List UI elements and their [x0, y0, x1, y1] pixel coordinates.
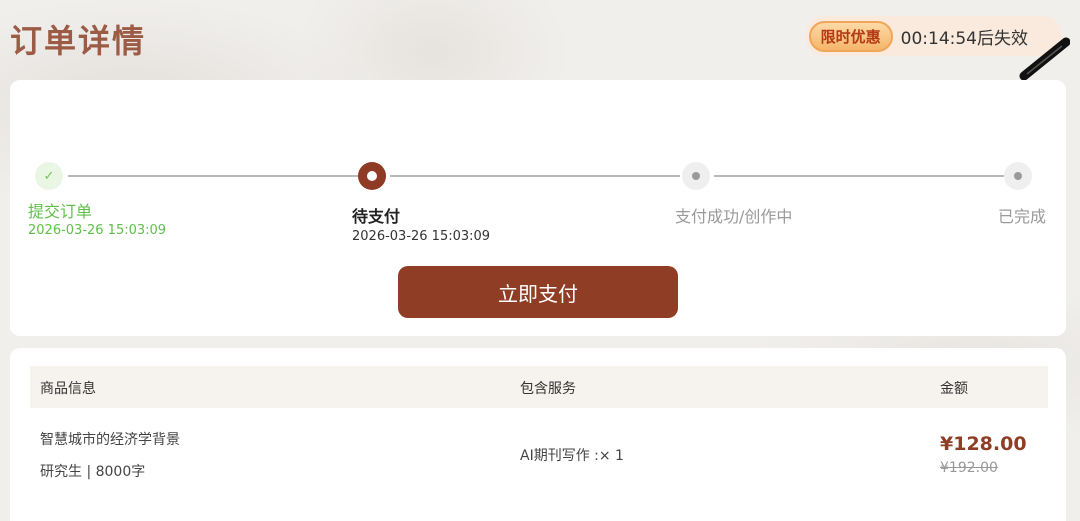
step-connector: [390, 175, 680, 177]
step-connector: [68, 175, 358, 177]
step-label-submitted: 提交订单: [28, 202, 93, 221]
pay-now-button[interactable]: 立即支付: [398, 266, 678, 318]
order-progress-card: ✓ 提交订单 2026-03-26 15:03:09 待支付 2026-03-2…: [10, 80, 1066, 336]
step-label-paid-in-progress: 支付成功/创作中: [675, 207, 793, 226]
product-meta: 研究生 | 8000字: [40, 464, 146, 480]
column-header-amount: 金额: [940, 381, 968, 397]
promo-countdown: 00:14:54后失效: [900, 28, 1028, 49]
step-current-icon: [358, 162, 386, 190]
product-title: 智慧城市的经济学背景: [40, 432, 180, 448]
step-label-completed: 已完成: [998, 207, 1047, 226]
step-pending-icon: [682, 162, 710, 190]
price-current: ¥128.00: [940, 433, 1027, 455]
column-header-product: 商品信息: [40, 381, 96, 397]
price-original: ¥192.00: [940, 460, 998, 476]
table-header: 商品信息 包含服务 金额: [30, 366, 1048, 408]
service-info: AI期刊写作 :× 1: [520, 448, 624, 464]
order-info-card: 商品信息 包含服务 金额 智慧城市的经济学背景 研究生 | 8000字 AI期刊…: [10, 348, 1066, 521]
step-pending-icon: [1004, 162, 1032, 190]
step-label-awaiting-payment: 待支付: [352, 207, 401, 226]
step-done-check-icon: ✓: [35, 162, 63, 190]
page-title: 订单详情: [10, 22, 147, 60]
brush-icon: [1019, 37, 1070, 81]
step-time-awaiting-payment: 2026-03-26 15:03:09: [352, 229, 491, 244]
promo-badge: 限时优惠: [808, 20, 893, 52]
column-header-service: 包含服务: [520, 381, 576, 397]
step-connector: [714, 175, 1004, 177]
step-time-submitted: 2026-03-26 15:03:09: [28, 223, 167, 238]
